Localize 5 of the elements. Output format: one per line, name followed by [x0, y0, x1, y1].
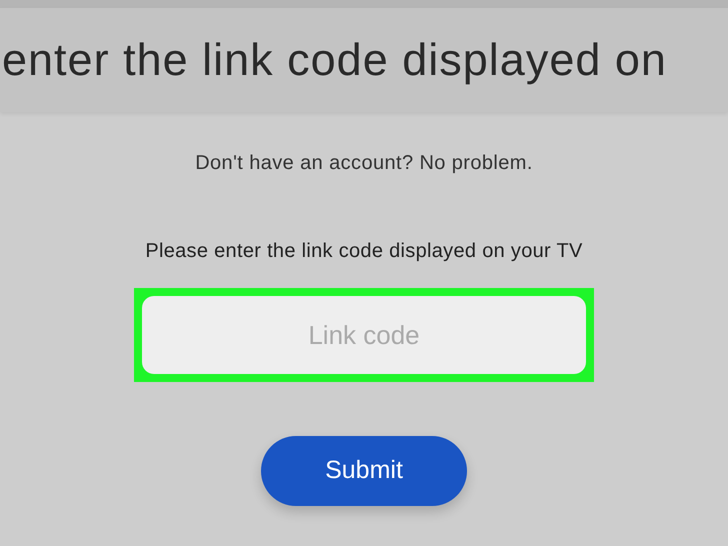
link-code-field[interactable]: Link code: [142, 296, 586, 374]
header-title: enter the link code displayed on: [2, 33, 667, 88]
prompt-text: Please enter the link code displayed on your TV: [145, 239, 583, 264]
intro-text: Don't have an account? No problem.: [195, 151, 533, 176]
submit-button[interactable]: Submit: [261, 436, 467, 506]
